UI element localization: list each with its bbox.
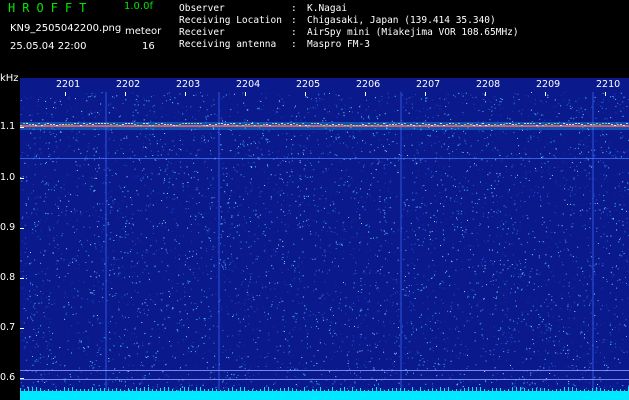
x-tick-mark (125, 92, 126, 96)
x-tick-mark (365, 92, 366, 96)
x-tick-mark (305, 92, 306, 96)
secondary-line (20, 158, 629, 159)
x-tick-label: 2201 (56, 79, 81, 90)
x-tick-mark (185, 92, 186, 96)
y-tick-mark (20, 228, 24, 229)
x-tick-label: 2206 (356, 79, 381, 90)
faint-vertical-band (400, 92, 402, 390)
x-tick-label: 2209 (536, 79, 561, 90)
y-tick-label: 1.0 (0, 172, 16, 183)
reference-line (20, 379, 629, 380)
x-tick-label: 2205 (296, 79, 321, 90)
y-tick-mark (20, 178, 24, 179)
x-tick-label: 2203 (176, 79, 201, 90)
faint-vertical-band (592, 92, 594, 390)
x-tick-label: 2210 (596, 79, 621, 90)
x-tick-mark (425, 92, 426, 96)
x-tick-label: 2207 (416, 79, 441, 90)
y-tick-label: 0.9 (0, 222, 16, 233)
x-tick-mark (605, 92, 606, 96)
y-tick-label: 0.6 (0, 372, 16, 383)
x-tick-label: 2204 (236, 79, 261, 90)
x-tick-mark (485, 92, 486, 96)
x-tick-label: 2208 (476, 79, 501, 90)
y-tick-mark (20, 127, 24, 128)
y-tick-label: 1.1 (0, 121, 16, 132)
spectrogram-plot (20, 78, 629, 400)
y-tick-mark (20, 328, 24, 329)
faint-vertical-band (105, 92, 107, 390)
faint-vertical-band (218, 92, 220, 390)
y-tick-mark (20, 278, 24, 279)
y-tick-mark (20, 378, 24, 379)
bottom-band (20, 391, 629, 400)
x-tick-mark (245, 92, 246, 96)
x-tick-label: 2202 (116, 79, 141, 90)
reference-line (20, 370, 629, 371)
x-tick-mark (545, 92, 546, 96)
y-tick-label: 0.8 (0, 272, 16, 283)
x-tick-mark (65, 92, 66, 96)
y-tick-label: 0.7 (0, 322, 16, 333)
